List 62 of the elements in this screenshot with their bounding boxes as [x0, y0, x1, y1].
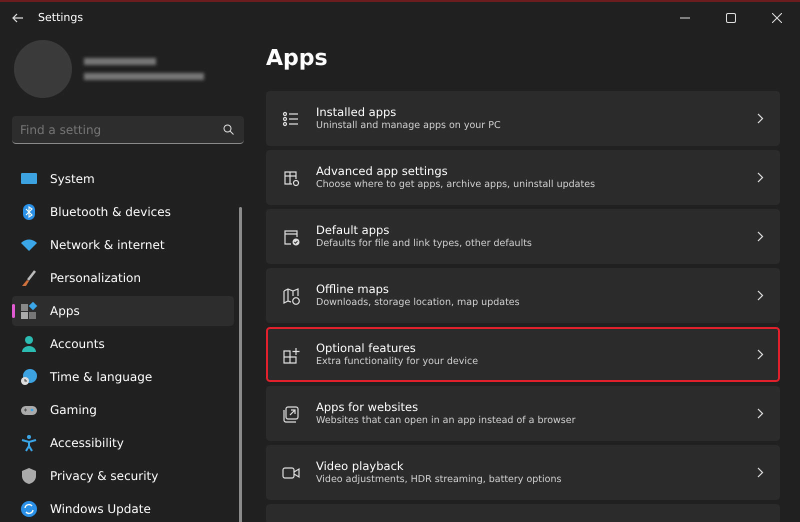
maximize-icon: [726, 13, 736, 23]
settings-item[interactable]: Optional features Extra functionality for your device: [266, 327, 780, 382]
item-description: Defaults for file and link types, other defaults: [316, 238, 533, 250]
paintbrush-icon: [20, 269, 38, 287]
refresh-icon: [20, 500, 38, 518]
item-description: Choose where to get apps, archive apps, uninstall updates: [316, 178, 596, 191]
chevron-right-icon: [757, 349, 764, 360]
search-icon: [223, 124, 234, 135]
link-window-icon: [282, 404, 300, 422]
item-description: Uninstall and manage apps on your PC: [316, 120, 502, 132]
globe-clock-icon: [20, 368, 38, 386]
close-icon: [772, 13, 782, 23]
item-description: Downloads, storage location, map updates: [316, 296, 521, 309]
item-title: Optional features: [316, 341, 417, 356]
item-title: Apps for websites: [316, 400, 420, 415]
chevron-right-icon: [757, 172, 764, 183]
settings-item[interactable]: Video playback Video adjustments, HDR streaming, battery options: [266, 445, 780, 500]
apps-icon: [20, 302, 38, 320]
item-title: Installed apps: [316, 105, 398, 120]
person-icon: [20, 335, 38, 353]
item-title: Offline maps: [316, 282, 390, 297]
sidebar-item[interactable]: System: [12, 164, 234, 194]
redacted-text: [84, 58, 156, 65]
settings-item[interactable]: Apps for websites Websites that can open in an app instead of a browser: [266, 386, 780, 441]
chevron-right-icon: [757, 408, 764, 419]
sidebar-item[interactable]: Apps: [12, 296, 234, 326]
settings-item[interactable]: Installed apps Uninstall and manage apps on your PC: [266, 91, 780, 146]
item-description: Video adjustments, HDR streaming, battery options: [316, 474, 562, 486]
chevron-right-icon: [757, 290, 764, 301]
page-title: Apps: [266, 45, 329, 73]
shield-icon: [20, 467, 38, 485]
minimize-icon: [680, 17, 690, 19]
settings-item[interactable]: Offline maps Downloads, storage location, map updates: [266, 268, 780, 323]
sidebar-item[interactable]: Windows Update: [12, 494, 234, 522]
chevron-right-icon: [757, 231, 764, 242]
sidebar-item[interactable]: Gaming: [12, 395, 234, 425]
window-title: Settings: [38, 10, 84, 26]
sidebar-item[interactable]: Network & internet: [12, 230, 234, 260]
scrollbar[interactable]: [239, 207, 242, 522]
sidebar-item[interactable]: Personalization: [12, 263, 234, 293]
chevron-right-icon: [757, 467, 764, 478]
map-icon: [282, 286, 300, 304]
list-icon: [282, 110, 300, 128]
window-check-icon: [282, 228, 300, 246]
sidebar-item[interactable]: Privacy & security: [12, 461, 234, 491]
settings-item[interactable]: Advanced app settings Choose where to get apps, archive apps, uninstall updates: [266, 150, 780, 205]
chevron-right-icon: [757, 113, 764, 124]
sidebar-item[interactable]: Accessibility: [12, 428, 234, 458]
sidebar-item[interactable]: Bluetooth & devices: [12, 197, 234, 227]
search-field[interactable]: Find a setting: [12, 116, 244, 144]
sidebar-item[interactable]: Time & language: [12, 362, 234, 392]
item-title: Default apps: [316, 223, 390, 238]
item-description: Websites that can open in an app instead of a browser: [316, 414, 576, 427]
accessibility-icon: [20, 434, 38, 452]
item-title: Video playback: [316, 459, 405, 474]
item-title: Advanced app settings: [316, 164, 449, 179]
settings-item[interactable]: Default apps Defaults for file and link types, other defaults: [266, 209, 780, 264]
item-description: Extra functionality for your device: [316, 356, 480, 368]
back-icon[interactable]: [12, 13, 24, 23]
sidebar-item[interactable]: Accounts: [12, 329, 234, 359]
bluetooth-icon: [20, 203, 38, 221]
grid-plus-icon: [282, 346, 300, 364]
